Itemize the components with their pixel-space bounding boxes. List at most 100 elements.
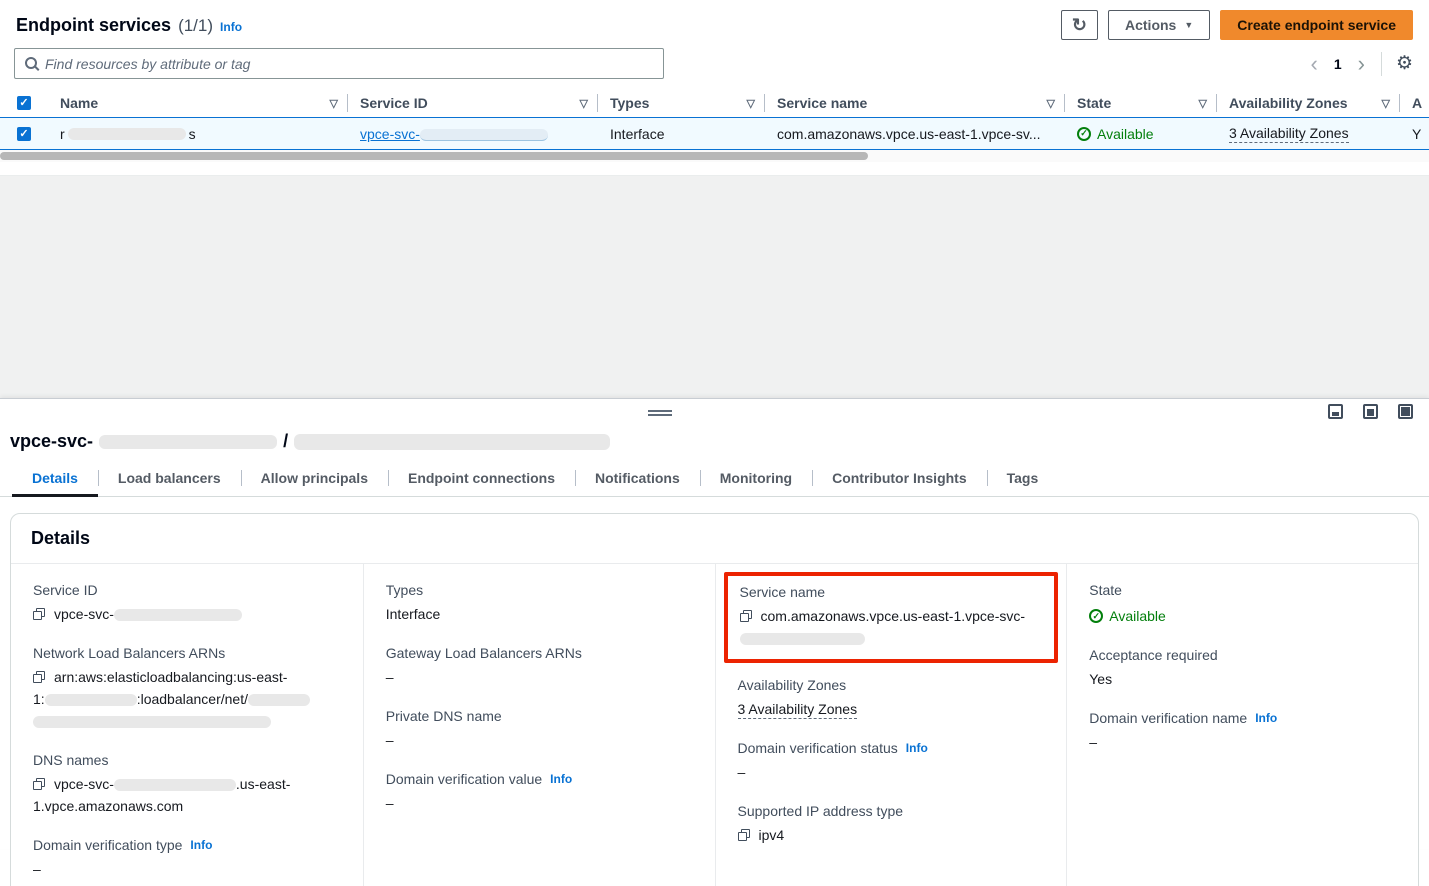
availability-zones-popover[interactable]: 3 Availability Zones xyxy=(1229,125,1349,143)
row-checkbox[interactable]: ✓ xyxy=(17,127,31,141)
field-supported-ip-address-type: Supported IP address type ipv4 xyxy=(738,803,1045,846)
field-private-dns-name: Private DNS name – xyxy=(386,708,693,751)
tab-tags[interactable]: Tags xyxy=(987,462,1059,496)
search-icon xyxy=(25,57,39,71)
panel-title: vpce-svc- / xyxy=(0,429,1429,462)
redacted-value xyxy=(114,609,242,621)
info-link[interactable]: Info xyxy=(550,772,572,786)
redacted-value xyxy=(740,633,865,645)
field-nlb-arns: Network Load Balancers ARNs arn:aws:elas… xyxy=(33,645,341,732)
field-gwlb-arns: Gateway Load Balancers ARNs – xyxy=(386,645,693,688)
actions-button[interactable]: Actions ▼ xyxy=(1108,10,1210,40)
sort-icon[interactable]: ▽ xyxy=(747,97,755,110)
column-header-acceptance[interactable]: A xyxy=(1400,89,1429,117)
redacted-name xyxy=(68,128,186,140)
select-all-cell: ✓ xyxy=(0,89,48,117)
panel-position-controls xyxy=(1328,404,1413,419)
page-header: Endpoint services (1/1) Info ↻ Actions ▼… xyxy=(0,8,1429,46)
tab-endpoint-connections[interactable]: Endpoint connections xyxy=(388,462,575,496)
tab-monitoring[interactable]: Monitoring xyxy=(700,462,812,496)
split-panel: vpce-svc- / Details Load balancers Allow… xyxy=(0,398,1429,849)
sort-icon[interactable]: ▽ xyxy=(1382,97,1390,110)
field-domain-verification-name: Domain verification name Info – xyxy=(1089,710,1396,753)
copy-icon[interactable] xyxy=(738,829,750,841)
endpoint-services-table: ✓ Name ▽ Service ID ▽ Types ▽ Service na… xyxy=(0,89,1429,176)
panel-position-split-icon[interactable] xyxy=(1363,404,1378,419)
search-input[interactable] xyxy=(45,56,663,72)
redacted-value xyxy=(45,694,137,706)
current-page-number[interactable]: 1 xyxy=(1334,56,1342,72)
actions-button-label: Actions xyxy=(1125,17,1176,33)
redacted-value xyxy=(114,779,236,791)
redacted-title-name xyxy=(294,434,610,450)
scrollbar-thumb[interactable] xyxy=(0,152,868,160)
cell-service-name: com.amazonaws.vpce.us-east-1.vpce-sv... xyxy=(765,118,1065,149)
column-header-state[interactable]: State ▽ xyxy=(1065,89,1217,117)
settings-gear-icon[interactable]: ⚙ xyxy=(1396,52,1413,75)
field-service-name-highlighted: Service name com.amazonaws.vpce.us-east-… xyxy=(724,572,1059,663)
field-state: State ✓ Available xyxy=(1089,582,1396,627)
resize-handle-icon[interactable] xyxy=(648,410,672,416)
column-header-types[interactable]: Types ▽ xyxy=(598,89,765,117)
panel-position-side-icon[interactable] xyxy=(1398,404,1413,419)
select-all-checkbox[interactable]: ✓ xyxy=(17,96,31,110)
row-select-cell: ✓ xyxy=(0,118,48,149)
info-link[interactable]: Info xyxy=(906,741,928,755)
sort-icon[interactable]: ▽ xyxy=(330,97,338,110)
refresh-icon: ↻ xyxy=(1072,16,1087,34)
cell-service-id: vpce-svc- xyxy=(348,118,598,149)
tab-details[interactable]: Details xyxy=(12,462,98,496)
tab-contributor-insights[interactable]: Contributor Insights xyxy=(812,462,987,496)
copy-icon[interactable] xyxy=(740,610,752,622)
column-header-service-id[interactable]: Service ID ▽ xyxy=(348,89,598,117)
panel-tabs: Details Load balancers Allow principals … xyxy=(0,462,1429,497)
tab-load-balancers[interactable]: Load balancers xyxy=(98,462,241,496)
cell-types: Interface xyxy=(598,118,765,149)
pagination: ‹ 1 › ⚙ xyxy=(1309,52,1414,76)
sort-icon[interactable]: ▽ xyxy=(1047,97,1055,110)
details-section-title: Details xyxy=(11,514,1418,564)
field-acceptance-required: Acceptance required Yes xyxy=(1089,647,1396,690)
column-header-availability-zones[interactable]: Availability Zones ▽ xyxy=(1217,89,1400,117)
header-actions: ↻ Actions ▼ Create endpoint service xyxy=(1061,10,1413,40)
service-id-link[interactable]: vpce-svc- xyxy=(360,126,548,142)
field-service-id: Service ID vpce-svc- xyxy=(33,582,341,625)
copy-icon[interactable] xyxy=(33,671,45,683)
sort-icon[interactable]: ▽ xyxy=(580,97,588,110)
check-circle-icon: ✓ xyxy=(1077,127,1091,141)
page-title: Endpoint services (1/1) Info xyxy=(16,15,242,36)
cell-name: r s xyxy=(48,118,348,149)
column-header-service-name[interactable]: Service name ▽ xyxy=(765,89,1065,117)
background-gap xyxy=(0,176,1429,398)
previous-page-button[interactable]: ‹ xyxy=(1309,53,1320,75)
refresh-button[interactable]: ↻ xyxy=(1061,10,1098,40)
details-column-1: Service ID vpce-svc- Network Load Balanc… xyxy=(11,564,363,886)
field-domain-verification-value: Domain verification value Info – xyxy=(386,771,693,814)
column-header-name[interactable]: Name ▽ xyxy=(48,89,348,117)
next-page-button[interactable]: › xyxy=(1356,53,1367,75)
availability-zones-popover[interactable]: 3 Availability Zones xyxy=(738,701,858,719)
status-badge: ✓ Available xyxy=(1089,605,1166,627)
sort-icon[interactable]: ▽ xyxy=(1199,97,1207,110)
tab-allow-principals[interactable]: Allow principals xyxy=(241,462,388,496)
create-endpoint-service-button[interactable]: Create endpoint service xyxy=(1220,10,1413,40)
field-types: Types Interface xyxy=(386,582,693,625)
tab-notifications[interactable]: Notifications xyxy=(575,462,700,496)
search-box xyxy=(14,48,664,79)
details-column-2: Types Interface Gateway Load Balancers A… xyxy=(363,564,715,886)
info-link[interactable]: Info xyxy=(1255,711,1277,725)
page-title-text: Endpoint services xyxy=(16,15,171,36)
cell-acceptance: Y xyxy=(1400,118,1429,149)
copy-icon[interactable] xyxy=(33,778,45,790)
copy-icon[interactable] xyxy=(33,608,45,620)
toolbar-divider xyxy=(1381,52,1382,76)
field-domain-verification-status: Domain verification status Info – xyxy=(738,740,1045,783)
info-link[interactable]: Info xyxy=(190,838,212,852)
title-info-link[interactable]: Info xyxy=(220,20,242,34)
panel-position-bottom-icon[interactable] xyxy=(1328,404,1343,419)
table-row[interactable]: ✓ r s vpce-svc- Interface com.amazonaws.… xyxy=(0,117,1429,150)
details-column-4: State ✓ Available Acceptance required Ye… xyxy=(1066,564,1418,886)
horizontal-scrollbar[interactable] xyxy=(0,150,1429,162)
split-panel-header-bar xyxy=(0,399,1429,429)
status-badge: ✓ Available xyxy=(1077,126,1154,142)
